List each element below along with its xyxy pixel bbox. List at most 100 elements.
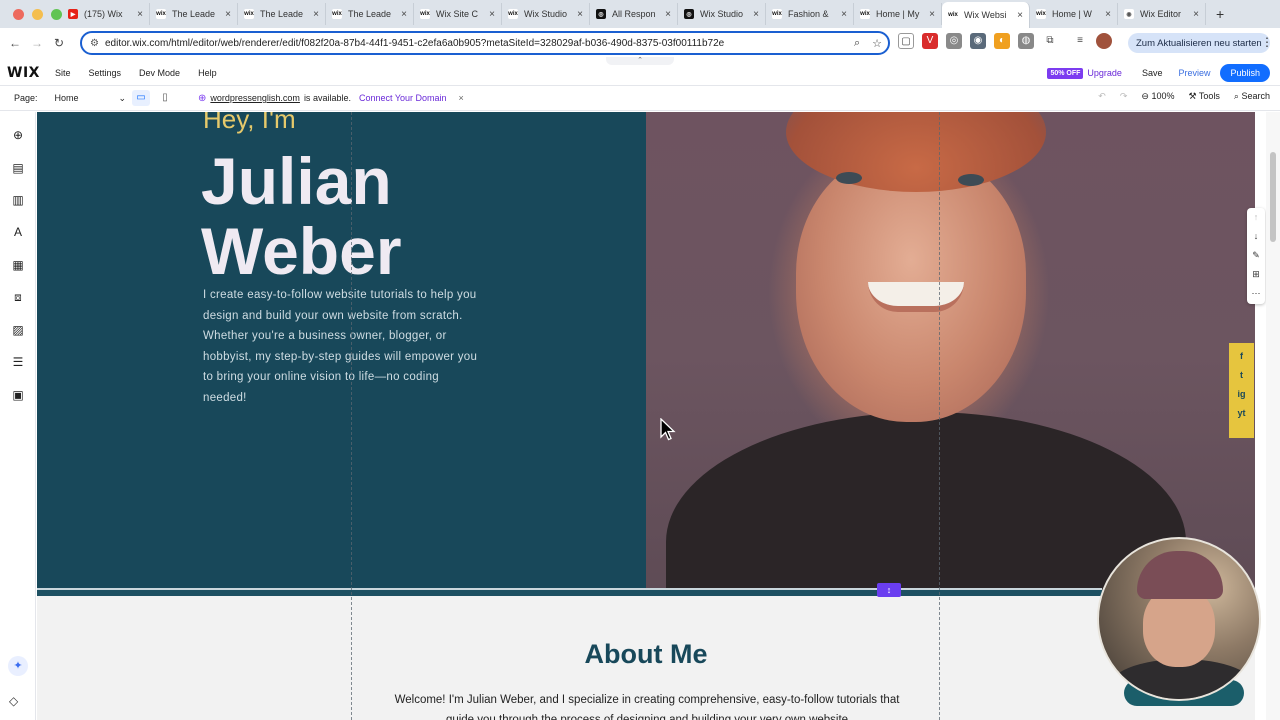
redo-icon[interactable]: ↷ bbox=[1120, 91, 1128, 102]
url-field[interactable]: ⚙ editor.wix.com/html/editor/web/rendere… bbox=[80, 31, 890, 55]
apps-icon[interactable]: ▦ bbox=[9, 256, 27, 274]
tab-close-icon[interactable]: × bbox=[753, 9, 759, 20]
tab-close-icon[interactable]: × bbox=[1017, 10, 1023, 21]
browser-tab[interactable]: wix The Leade × bbox=[238, 3, 326, 25]
move-down-icon[interactable]: ↓ bbox=[1247, 227, 1265, 246]
menu-dev-mode[interactable]: Dev Mode bbox=[139, 68, 180, 78]
browser-tab[interactable]: ◎ Wix Studio × bbox=[678, 3, 766, 25]
browser-menu-icon[interactable]: ⋮ bbox=[1261, 35, 1273, 49]
tools-button[interactable]: ⚒ Tools bbox=[1188, 91, 1219, 102]
zoom-window-button[interactable] bbox=[51, 8, 62, 20]
scrollbar-thumb[interactable] bbox=[1270, 152, 1276, 242]
tab-close-icon[interactable]: × bbox=[313, 9, 319, 20]
reload-icon[interactable]: ↻ bbox=[48, 36, 70, 50]
social-bar[interactable]: f t ig yt bbox=[1229, 343, 1254, 438]
portfolio-icon[interactable]: ▣ bbox=[9, 386, 27, 404]
zoom-control[interactable]: ⊖ 100% bbox=[1141, 91, 1174, 102]
add-elements-icon[interactable]: ⊕ bbox=[9, 126, 27, 144]
hero-greeting[interactable]: Hey, I'm bbox=[203, 112, 296, 135]
forward-icon[interactable]: → bbox=[26, 36, 48, 50]
update-button[interactable]: Zum Aktualisieren neu starten bbox=[1128, 33, 1270, 53]
design-icon[interactable]: A bbox=[9, 223, 27, 241]
close-icon[interactable]: × bbox=[459, 93, 464, 103]
wix-logo[interactable]: WIX bbox=[7, 65, 55, 81]
section-resize-handle[interactable]: ↕ bbox=[877, 583, 901, 597]
facebook-icon[interactable]: f bbox=[1229, 347, 1254, 366]
hero-name[interactable]: Julian Weber bbox=[201, 146, 402, 286]
tab-close-icon[interactable]: × bbox=[137, 9, 143, 20]
reading-list-icon[interactable]: ≡ bbox=[1072, 33, 1088, 49]
browser-tab[interactable]: wix Fashion & × bbox=[766, 3, 854, 25]
about-text[interactable]: Welcome! I'm Julian Weber, and I special… bbox=[387, 690, 907, 720]
media-icon[interactable]: ▨ bbox=[9, 321, 27, 339]
browser-tab[interactable]: wix Wix Site C × bbox=[414, 3, 502, 25]
editor-canvas[interactable]: Hey, I'm Julian Weber I create easy-to-f… bbox=[37, 112, 1255, 720]
browser-tab[interactable]: wix Wix Websi × bbox=[942, 2, 1030, 28]
about-heading[interactable]: About Me bbox=[37, 639, 1255, 670]
tab-close-icon[interactable]: × bbox=[929, 9, 935, 20]
new-tab-button[interactable]: + bbox=[1216, 6, 1224, 22]
publish-button[interactable]: Publish bbox=[1220, 64, 1270, 82]
add-section-icon[interactable]: ▤ bbox=[9, 159, 27, 177]
youtube-icon[interactable]: yt bbox=[1229, 404, 1254, 423]
browser-tab[interactable]: ◉ Wix Editor × bbox=[1118, 3, 1206, 25]
more-options-icon[interactable]: ⋯ bbox=[1247, 284, 1265, 303]
extension-icon[interactable]: ◍ bbox=[1018, 33, 1034, 49]
extensions-puzzle-icon[interactable]: ⧉ bbox=[1042, 33, 1058, 49]
tab-close-icon[interactable]: × bbox=[577, 9, 583, 20]
browser-tab[interactable]: wix Home | W × bbox=[1030, 3, 1118, 25]
domain-name-link[interactable]: wordpressenglish.com bbox=[210, 93, 300, 103]
bookmark-star-icon[interactable]: ☆ bbox=[872, 37, 882, 50]
minimize-window-button[interactable] bbox=[32, 8, 43, 20]
close-window-button[interactable] bbox=[13, 8, 24, 20]
connect-domain-link[interactable]: Connect Your Domain bbox=[359, 93, 447, 103]
tab-close-icon[interactable]: × bbox=[841, 9, 847, 20]
browser-tab[interactable]: wix The Leade × bbox=[326, 3, 414, 25]
screenshot-icon[interactable]: ▢ bbox=[898, 33, 914, 49]
extension-icon[interactable]: ◐ bbox=[994, 33, 1010, 49]
save-button[interactable]: Save bbox=[1142, 68, 1163, 78]
layout-icon[interactable]: ⊞ bbox=[1247, 265, 1265, 284]
twitter-icon[interactable]: t bbox=[1229, 366, 1254, 385]
tab-close-icon[interactable]: × bbox=[489, 9, 495, 20]
undo-icon[interactable]: ↶ bbox=[1098, 91, 1106, 102]
tab-close-icon[interactable]: × bbox=[1193, 9, 1199, 20]
cms-icon[interactable]: ☰ bbox=[9, 353, 27, 371]
upgrade-link[interactable]: Upgrade bbox=[1087, 68, 1122, 78]
layers-icon[interactable]: ◇ bbox=[9, 694, 18, 708]
menu-site[interactable]: Site bbox=[55, 68, 71, 78]
ai-assistant-icon[interactable]: ✦ bbox=[8, 656, 28, 676]
edit-pencil-icon[interactable]: ✎ bbox=[1247, 246, 1265, 265]
back-icon[interactable]: ← bbox=[4, 36, 26, 50]
business-apps-icon[interactable]: ⧈ bbox=[9, 288, 27, 306]
extension-icon[interactable]: ◉ bbox=[970, 33, 986, 49]
canvas-scrollbar[interactable] bbox=[1266, 112, 1280, 720]
profile-avatar[interactable] bbox=[1096, 33, 1112, 49]
tab-close-icon[interactable]: × bbox=[225, 9, 231, 20]
mobile-view-icon[interactable]: ▯ bbox=[156, 90, 174, 106]
search-button[interactable]: ⌕ Search bbox=[1234, 91, 1270, 102]
zoom-icon[interactable]: ⌕ bbox=[854, 37, 860, 50]
desktop-view-icon[interactable]: ▭ bbox=[132, 90, 150, 106]
discount-badge[interactable]: 50% OFF bbox=[1047, 67, 1084, 79]
browser-tab[interactable]: wix Wix Studio × bbox=[502, 3, 590, 25]
pages-icon[interactable]: ▥ bbox=[9, 191, 27, 209]
menu-settings[interactable]: Settings bbox=[89, 68, 122, 78]
tab-close-icon[interactable]: × bbox=[665, 9, 671, 20]
hero-portrait-image[interactable] bbox=[646, 112, 1255, 596]
browser-tab[interactable]: ▶ (175) Wix × bbox=[62, 3, 150, 25]
move-up-icon[interactable]: ↑ bbox=[1247, 208, 1265, 227]
browser-tab[interactable]: wix The Leade × bbox=[150, 3, 238, 25]
menu-help[interactable]: Help bbox=[198, 68, 217, 78]
preview-button[interactable]: Preview bbox=[1178, 68, 1210, 78]
extension-icon[interactable]: ◎ bbox=[946, 33, 962, 49]
vivaldi-extension-icon[interactable]: V bbox=[922, 33, 938, 49]
page-selector[interactable]: Page: Home ⌄ bbox=[14, 93, 126, 104]
tab-close-icon[interactable]: × bbox=[401, 9, 407, 20]
hero-intro-text[interactable]: I create easy-to-follow website tutorial… bbox=[203, 285, 479, 409]
browser-tab[interactable]: wix Home | My × bbox=[854, 3, 942, 25]
site-settings-icon[interactable]: ⚙ bbox=[90, 38, 99, 49]
instagram-icon[interactable]: ig bbox=[1229, 385, 1254, 404]
tab-close-icon[interactable]: × bbox=[1105, 9, 1111, 20]
browser-tab[interactable]: ◎ All Respon × bbox=[590, 3, 678, 25]
